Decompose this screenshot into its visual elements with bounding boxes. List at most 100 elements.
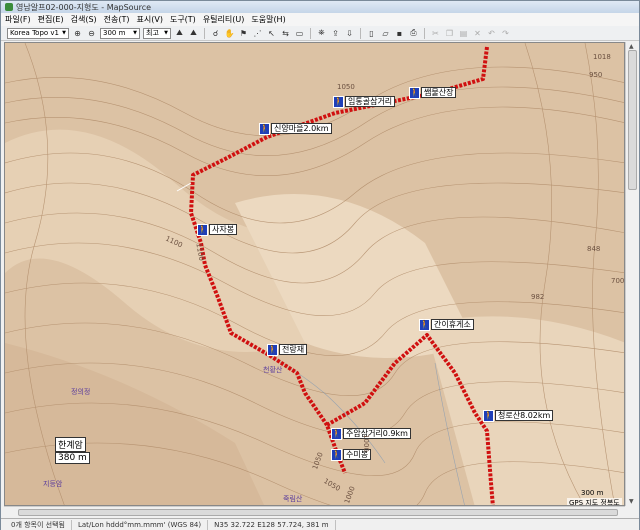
chevron-down-icon: ▼ bbox=[133, 30, 137, 36]
print-icon[interactable]: ⎙ bbox=[408, 28, 419, 39]
hiker-icon: 🚶 bbox=[267, 343, 278, 356]
poi-label: 정의정 bbox=[71, 388, 91, 396]
waypoint-sajabong[interactable]: 🚶 사자봉 bbox=[197, 223, 238, 236]
topographic-map[interactable] bbox=[5, 43, 625, 506]
map-select-icon[interactable]: ⛰ bbox=[174, 28, 185, 39]
save-file-icon[interactable]: ▪ bbox=[394, 28, 405, 39]
zoom-tool-icon[interactable]: ☌ bbox=[210, 28, 221, 39]
elevation-label: 1018 bbox=[593, 53, 611, 61]
hiker-icon: 🚶 bbox=[333, 95, 344, 108]
hiker-icon: 🚶 bbox=[419, 318, 430, 331]
elevation-label: 982 bbox=[531, 293, 545, 301]
map-product-value: Korea Topo v1 bbox=[10, 29, 59, 37]
measure-tool-icon[interactable]: ⇆ bbox=[280, 28, 291, 39]
map-product-select[interactable]: Korea Topo v1 ▼ bbox=[7, 27, 69, 39]
waypoint-gani-rest[interactable]: 🚶 간이휴게소 bbox=[419, 318, 474, 331]
menu-help[interactable]: 도움말(H) bbox=[251, 14, 285, 25]
route-tool-icon[interactable]: ⋰ bbox=[252, 28, 263, 39]
menu-tools[interactable]: 도구(T) bbox=[170, 14, 196, 25]
menu-edit[interactable]: 편집(E) bbox=[38, 14, 64, 25]
waypoint-label: 임통골삼거리 bbox=[345, 96, 396, 107]
hiker-icon: 🚶 bbox=[259, 122, 270, 135]
horizontal-scrollbar[interactable] bbox=[4, 506, 625, 518]
receive-from-device-icon[interactable]: ⇩ bbox=[344, 28, 355, 39]
detail-select[interactable]: 최고 ▼ bbox=[143, 27, 171, 39]
elevation-label: 700 bbox=[611, 277, 625, 285]
vertical-scrollbar[interactable]: ▲ ▼ bbox=[625, 42, 639, 506]
waypoint-label: 간이휴게소 bbox=[431, 319, 474, 330]
scale-left: 380 m bbox=[55, 452, 90, 464]
waypoint-cheonhwangjae[interactable]: 🚶 전랑재 bbox=[267, 343, 308, 356]
poi-label: 지등암 bbox=[43, 480, 63, 488]
elevation-label: 1050 bbox=[337, 83, 355, 91]
scroll-down-icon[interactable]: ▼ bbox=[629, 498, 634, 505]
new-file-icon[interactable]: ▯ bbox=[366, 28, 377, 39]
menu-utilities[interactable]: 유틸리티(U) bbox=[203, 14, 245, 25]
scroll-up-icon[interactable]: ▲ bbox=[629, 43, 634, 50]
menu-find[interactable]: 검색(S) bbox=[71, 14, 97, 25]
track-tool-icon[interactable]: ▭ bbox=[294, 28, 305, 39]
waypoint-label: 사자봉 bbox=[209, 224, 238, 235]
hiker-icon: 🚶 bbox=[331, 448, 342, 461]
find-icon[interactable]: ⛯ bbox=[316, 28, 327, 39]
zoom-value: 300 m bbox=[103, 29, 126, 37]
waypoint-juam[interactable]: 🚶 주암삼거리0.9km bbox=[331, 427, 411, 440]
pan-tool-icon[interactable]: ✋ bbox=[224, 28, 235, 39]
scroll-thumb[interactable] bbox=[628, 50, 637, 190]
detail-value: 최고 bbox=[146, 29, 159, 37]
send-to-device-icon[interactable]: ⇪ bbox=[330, 28, 341, 39]
poi-label: 천황산 bbox=[263, 366, 283, 374]
poi-hangyeam[interactable]: 한계암 bbox=[55, 437, 86, 452]
hiker-icon: 🚶 bbox=[331, 427, 342, 440]
paste-icon[interactable]: ▤ bbox=[458, 28, 469, 39]
waypoint-tool-icon[interactable]: ⚑ bbox=[238, 28, 249, 39]
toolbar-separator bbox=[360, 27, 361, 39]
waypoint-label: 신양마을2.0km bbox=[271, 123, 332, 134]
window-title: 영남알프02-000-지형도 - MapSource bbox=[16, 2, 152, 12]
waypoint-label: 쌤물산장 bbox=[421, 87, 457, 98]
menu-view[interactable]: 표시(V) bbox=[137, 14, 163, 25]
waypoint-imtonggol[interactable]: 🚶 임통골삼거리 bbox=[333, 95, 396, 108]
hiker-icon: 🚶 bbox=[409, 86, 420, 99]
open-file-icon[interactable]: ▱ bbox=[380, 28, 391, 39]
mapsource-app-icon bbox=[5, 3, 13, 11]
toolbar-separator bbox=[310, 27, 311, 39]
delete-icon[interactable]: ✕ bbox=[472, 28, 483, 39]
map-deselect-icon[interactable]: ⛰ bbox=[188, 28, 199, 39]
menu-transfer[interactable]: 전송(T) bbox=[104, 14, 130, 25]
elevation-label: 848 bbox=[587, 245, 601, 253]
select-tool-icon[interactable]: ↖ bbox=[266, 28, 277, 39]
toolbar-separator bbox=[424, 27, 425, 39]
scroll-thumb[interactable] bbox=[18, 509, 618, 516]
waypoint-label: 전랑재 bbox=[279, 344, 308, 355]
status-coords: N35 32.722 E128 57.724, 381 m bbox=[208, 519, 336, 530]
toolbar: Korea Topo v1 ▼ ⊕ ⊖ 300 m ▼ 최고 ▼ ⛰ ⛰ ☌ ✋ ⚑ … bbox=[1, 26, 639, 41]
status-format: Lat/Lon hddd°mm.mmm' (WGS 84) bbox=[72, 519, 209, 530]
elevation-label: 1000 bbox=[361, 434, 370, 452]
chevron-down-icon: ▼ bbox=[62, 30, 66, 36]
menu-file[interactable]: 파일(F) bbox=[5, 14, 31, 25]
poi-label: 죽림산 bbox=[283, 495, 303, 503]
status-bar: 0개 항목이 선택됨 Lat/Lon hddd°mm.mmm' (WGS 84)… bbox=[1, 518, 639, 530]
waypoint-sinyang[interactable]: 🚶 신양마을2.0km bbox=[259, 122, 332, 135]
toolbar-separator bbox=[204, 27, 205, 39]
waypoint-cheongro[interactable]: 🚶 청로산8.02km bbox=[483, 409, 554, 422]
waypoint-saemmul[interactable]: 🚶 쌤물산장 bbox=[409, 86, 457, 99]
zoom-in-icon[interactable]: ⊕ bbox=[72, 28, 83, 39]
elevation-label: 950 bbox=[589, 71, 603, 79]
zoom-select[interactable]: 300 m ▼ bbox=[100, 27, 140, 39]
copy-icon[interactable]: ❐ bbox=[444, 28, 455, 39]
gps-overlay-label: GPS 지도 정복도 bbox=[567, 498, 622, 506]
hiker-icon: 🚶 bbox=[197, 223, 208, 236]
cut-icon[interactable]: ✂ bbox=[430, 28, 441, 39]
undo-icon[interactable]: ↶ bbox=[486, 28, 497, 39]
hiker-icon: 🚶 bbox=[483, 409, 494, 422]
map-view[interactable]: 🚶 신양마을2.0km 🚶 임통골삼거리 🚶 쌤물산장 🚶 사자봉 🚶 전랑재 🚶 간이휴게… bbox=[4, 42, 625, 506]
waypoint-label: 청로산8.02km bbox=[495, 410, 554, 421]
redo-icon[interactable]: ↷ bbox=[500, 28, 511, 39]
waypoint-label: 주암삼거리0.9km bbox=[343, 428, 411, 439]
chevron-down-icon: ▼ bbox=[164, 30, 168, 36]
title-bar: 영남알프02-000-지형도 - MapSource bbox=[1, 1, 639, 13]
zoom-out-icon[interactable]: ⊖ bbox=[86, 28, 97, 39]
app-window: 영남알프02-000-지형도 - MapSource 파일(F) 편집(E) 검… bbox=[0, 0, 640, 530]
